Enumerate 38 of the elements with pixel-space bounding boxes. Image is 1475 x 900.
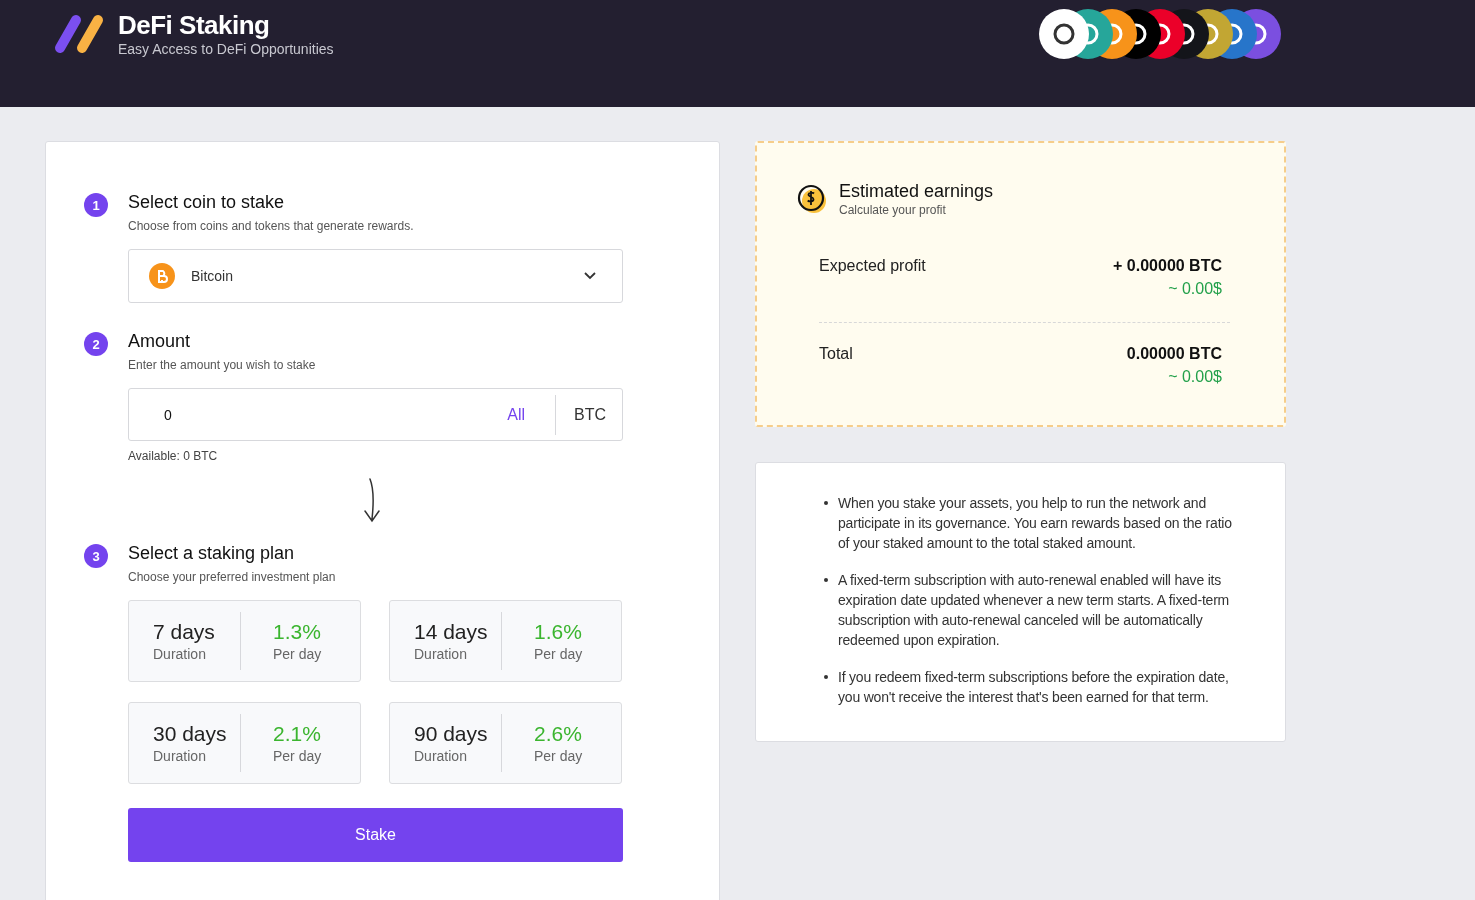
chevron-down-icon (584, 272, 596, 280)
step-subtitle: Enter the amount you wish to stake (128, 358, 316, 372)
coin-select[interactable]: Bitcoin (128, 249, 623, 303)
bullet-icon (824, 578, 828, 582)
step-title: Select coin to stake (128, 192, 286, 213)
all-link[interactable]: All (507, 405, 555, 424)
plan-option[interactable]: 7 days Duration 1.3% Per day (128, 600, 361, 682)
earnings-subtitle: Calculate your profit (839, 203, 947, 217)
plan-option[interactable]: 90 days Duration 2.6% Per day (389, 702, 622, 784)
crypto-amount: 0.00000 BTC (1126, 345, 1222, 363)
info-note: If you redeem fixed-term subscriptions before the expiration date, you won't receive the interest that's been earned for that term. (838, 668, 1230, 707)
currency-label: BTC (555, 394, 622, 435)
earnings-label: Total (819, 345, 853, 364)
crypto-amount: + 0.00000 BTC (1113, 257, 1222, 275)
stake-button[interactable]: Stake (128, 808, 623, 862)
step-title: Select a staking plan (128, 543, 296, 564)
bullet-icon (824, 675, 828, 679)
step-number: 2 (84, 332, 108, 356)
info-note: When you stake your assets, you help to run the network and participate in its governance. You earn rewards based on the ratio of your staked amount to the total staked amount. (838, 494, 1233, 553)
info-note: A fixed-term subscription with auto-renewal enabled will have its expiration date updated whenever a new term starts. A fixed-term subscription with auto-renewal canceled will be automatically redeemed upon expiration. (838, 571, 1231, 650)
app-subtitle: Easy Access to DeFi Opportunities (118, 41, 334, 57)
step-title: Amount (128, 331, 192, 352)
app-title: DeFi Staking (118, 10, 271, 41)
available-balance: Available: 0 BTC (128, 449, 219, 463)
bitcoin-icon (149, 263, 175, 289)
step-subtitle: Choose from coins and tokens that generate rewards. (128, 219, 414, 233)
step-number: 3 (84, 544, 108, 568)
bullet-icon (824, 501, 828, 505)
step-number: 1 (84, 193, 108, 217)
earnings-title: Estimated earnings (839, 181, 994, 202)
fiat-amount: ~ 0.00$ (1168, 368, 1222, 386)
step-subtitle: Choose your preferred investment plan (128, 570, 336, 584)
dollar-coin-icon (797, 184, 827, 214)
plan-option[interactable]: 30 days Duration 2.1% Per day (128, 702, 361, 784)
amount-field[interactable]: 0 All BTC (128, 388, 623, 441)
earnings-label: Expected profit (819, 257, 926, 276)
fiat-amount: ~ 0.00$ (1168, 280, 1222, 298)
plan-option[interactable]: 14 days Duration 1.6% Per day (389, 600, 622, 682)
